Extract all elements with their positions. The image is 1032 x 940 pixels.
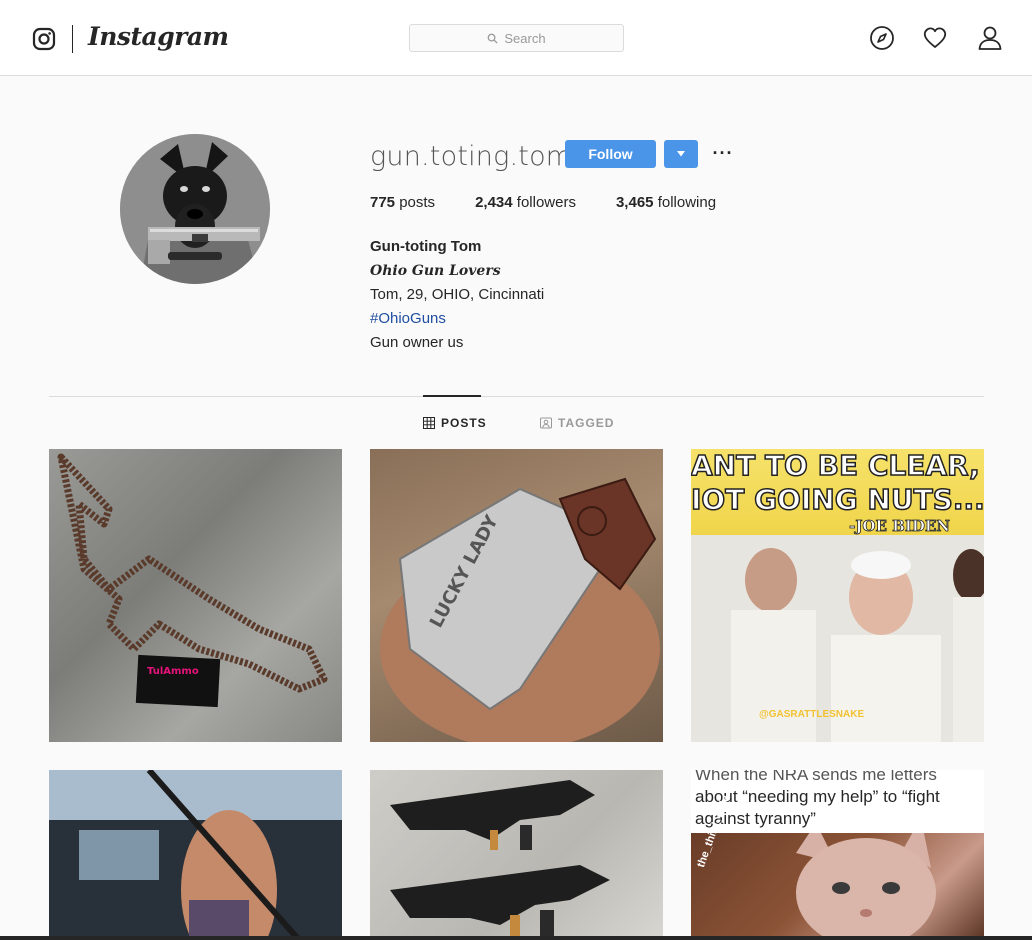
stat-count: 3,465 [615,194,654,211]
tabs-divider [49,396,984,397]
meme-caption-top: When the NRA sends me letters [695,770,937,784]
search-icon [488,33,498,44]
hairless-cat-image [796,818,936,940]
meme-photo: @GASRATTLESNAKE [691,535,984,742]
ammo-box-label: TulAmmo [147,666,199,677]
bottom-edge [0,936,1032,940]
woman-rifle-image [49,770,342,940]
profile-bio: Gun-toting Tom Ohio Gun Lovers Tom, 29, … [370,235,544,355]
instagram-wordmark[interactable]: Instagram [88,22,229,51]
meme-banner: ANT TO BE CLEAR, I' IOT GOING NUTS..." -… [691,449,984,535]
stat-label: followers [516,194,576,211]
tab-label: POSTS [441,416,487,430]
suggestions-dropdown-button[interactable] [664,140,698,168]
bio-hashtag-link[interactable]: #OhioGuns [370,307,544,331]
engraved-pistol-image: LUCKY LADY [380,477,660,742]
bio-full-name: Gun-toting Tom [370,238,482,255]
meme-attribution: -JOE BIDEN [849,517,951,536]
post-tile-cat-meme[interactable]: When the NRA sends me letters about “nee… [691,770,984,940]
stat-label: following [657,194,717,211]
cat-photo [691,818,984,940]
bio-subtitle: Ohio Gun Lovers [370,263,501,279]
meme-text-line2: IOT GOING NUTS..." [691,482,984,517]
dog-with-gun-avatar-icon [120,134,270,284]
tab-posts[interactable]: POSTS [423,416,487,430]
active-tab-indicator [423,395,481,397]
tagged-person-icon [540,417,552,429]
profile-person-icon[interactable] [977,25,1003,51]
stat-count: 775 [370,194,396,211]
bio-text-line: Gun owner us [370,334,464,351]
meme-watermark: @GASRATTLESNAKE [759,709,865,720]
tab-tagged[interactable]: TAGGED [540,416,614,430]
profile-avatar[interactable] [120,134,270,284]
post-tile-engraved-pistol[interactable]: LUCKY LADY [370,449,663,742]
meme-caption: When the NRA sends me letters about “nee… [695,770,980,830]
meme-text-line1: ANT TO BE CLEAR, I' [691,449,984,483]
posts-count-stat: 775 posts [370,194,435,211]
logo-divider [72,25,73,53]
post-tile-biden-meme[interactable]: ANT TO BE CLEAR, I' IOT GOING NUTS..." -… [691,449,984,742]
ammo-rifle-image: TulAmmo [57,453,328,708]
stat-count: 2,434 [475,194,513,211]
meme-caption-main: about “needing my help” to “fight agains… [695,787,940,828]
following-count-stat[interactable]: 3,465 following [616,194,716,211]
stat-label: posts [399,194,436,211]
activity-heart-icon[interactable] [922,25,948,51]
caret-down-icon [677,151,685,157]
explore-compass-icon[interactable] [869,25,895,51]
top-nav-bar: Instagram Search [0,0,1032,76]
instagram-glyph-icon[interactable] [32,27,56,51]
followers-count-stat[interactable]: 2,434 followers [475,194,576,211]
more-options-button[interactable]: ··· [712,143,734,163]
post-tile-woman-rifle[interactable] [49,770,342,940]
grid-icon [423,417,435,429]
follow-button[interactable]: Follow [565,140,656,168]
profile-stats: 775 posts 2,434 followers 3,465 followin… [370,194,756,211]
bio-location-line: Tom, 29, OHIO, Cincinnati [370,286,545,303]
profile-username: gun.toting.tom [370,141,573,172]
search-placeholder: Search [504,30,546,46]
tab-label: TAGGED [558,416,615,430]
post-tile-two-rifles[interactable] [370,770,663,940]
post-tile-ammo-rifle[interactable]: TulAmmo [49,449,342,742]
two-rifles-image [390,780,610,940]
search-input[interactable]: Search [409,24,624,52]
